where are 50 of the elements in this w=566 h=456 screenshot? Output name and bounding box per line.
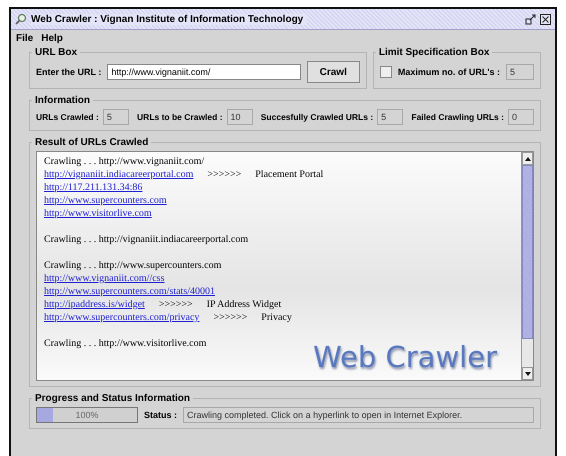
info-label: Succesfully Crawled URLs : [260, 112, 374, 122]
info-label: Failed Crawling URLs : [411, 112, 504, 122]
watermark-logo: Web Crawler [313, 340, 497, 374]
url-link[interactable]: http://117.211.131.34:86 [44, 182, 142, 193]
panel-title: Result of URLs Crawled [34, 137, 150, 148]
count-field: 5 [102, 109, 129, 125]
link-description: Privacy [261, 312, 292, 323]
panel-title: Limit Specification Box [378, 47, 490, 58]
link-description: IP Address Widget [206, 299, 282, 310]
max-urls-label: Maximum no. of URL's : [398, 67, 500, 77]
window-title: Web Crawler : Vignan Institute of Information Technology [31, 14, 308, 24]
status-field: Crawling completed. Click on a hyperlink to open in Internet Explorer. [183, 407, 534, 423]
up-arrow-icon[interactable] [524, 156, 530, 160]
panel-title: Information [34, 95, 91, 106]
url-link[interactable]: http://www.visitorlive.com [44, 208, 152, 219]
count-field: 0 [508, 109, 534, 125]
down-arrow-icon[interactable] [524, 372, 530, 376]
url-label: Enter the URL : [36, 67, 102, 77]
crawl-button[interactable]: Crawl [306, 61, 360, 83]
info-label: URLs Crawled : [36, 112, 99, 122]
progress-reading: 100% [75, 410, 99, 420]
count-field: 10 [226, 109, 253, 125]
link-description: Placement Portal [255, 169, 324, 180]
panel-title: Progress and Status Information [34, 393, 192, 404]
count-field: 5 [377, 109, 404, 125]
log-text: Crawling . . . http://www.visitorlive.com [44, 338, 206, 349]
url-link[interactable]: http://vignaniit.indiacareerportal.com [44, 169, 194, 180]
panel-title: URL Box [34, 47, 78, 58]
magnifier-icon [15, 13, 27, 25]
log-text: Crawling . . . http://vignaniit.indiacareerportal.com [44, 234, 248, 245]
url-link[interactable]: http://www.vignaniit.com//css [44, 273, 164, 284]
scrollbar[interactable] [521, 152, 533, 380]
url-link[interactable]: http://www.supercounters.com/privacy [44, 312, 200, 323]
log-text: Crawling . . . http://www.supercounters.com [44, 260, 222, 271]
status-label: Status : [144, 410, 178, 420]
url-link[interactable]: http://www.supercounters.com [44, 195, 167, 206]
url-input-field[interactable]: http://www.vignaniit.com/ [107, 64, 301, 80]
log-text: Crawling . . . http://www.vignaniit.com/ [44, 156, 204, 167]
restore-icon[interactable] [525, 14, 536, 24]
info-label: URLs to be Crawled : [137, 112, 223, 122]
menu-item[interactable]: File [16, 33, 34, 44]
url-link[interactable]: http://www.supercounters.com/stats/40001 [44, 286, 215, 297]
close-icon[interactable] [540, 14, 551, 24]
max-urls-field[interactable]: 5 [506, 64, 534, 80]
url-link[interactable]: http://ipaddress.is/widget [44, 299, 145, 310]
menu-item[interactable]: Help [41, 33, 63, 44]
arrow-text: >>>>>> [207, 169, 242, 180]
arrow-text: >>>>>> [213, 312, 248, 323]
arrow-text: >>>>>> [158, 299, 193, 310]
checkbox[interactable] [380, 66, 392, 78]
